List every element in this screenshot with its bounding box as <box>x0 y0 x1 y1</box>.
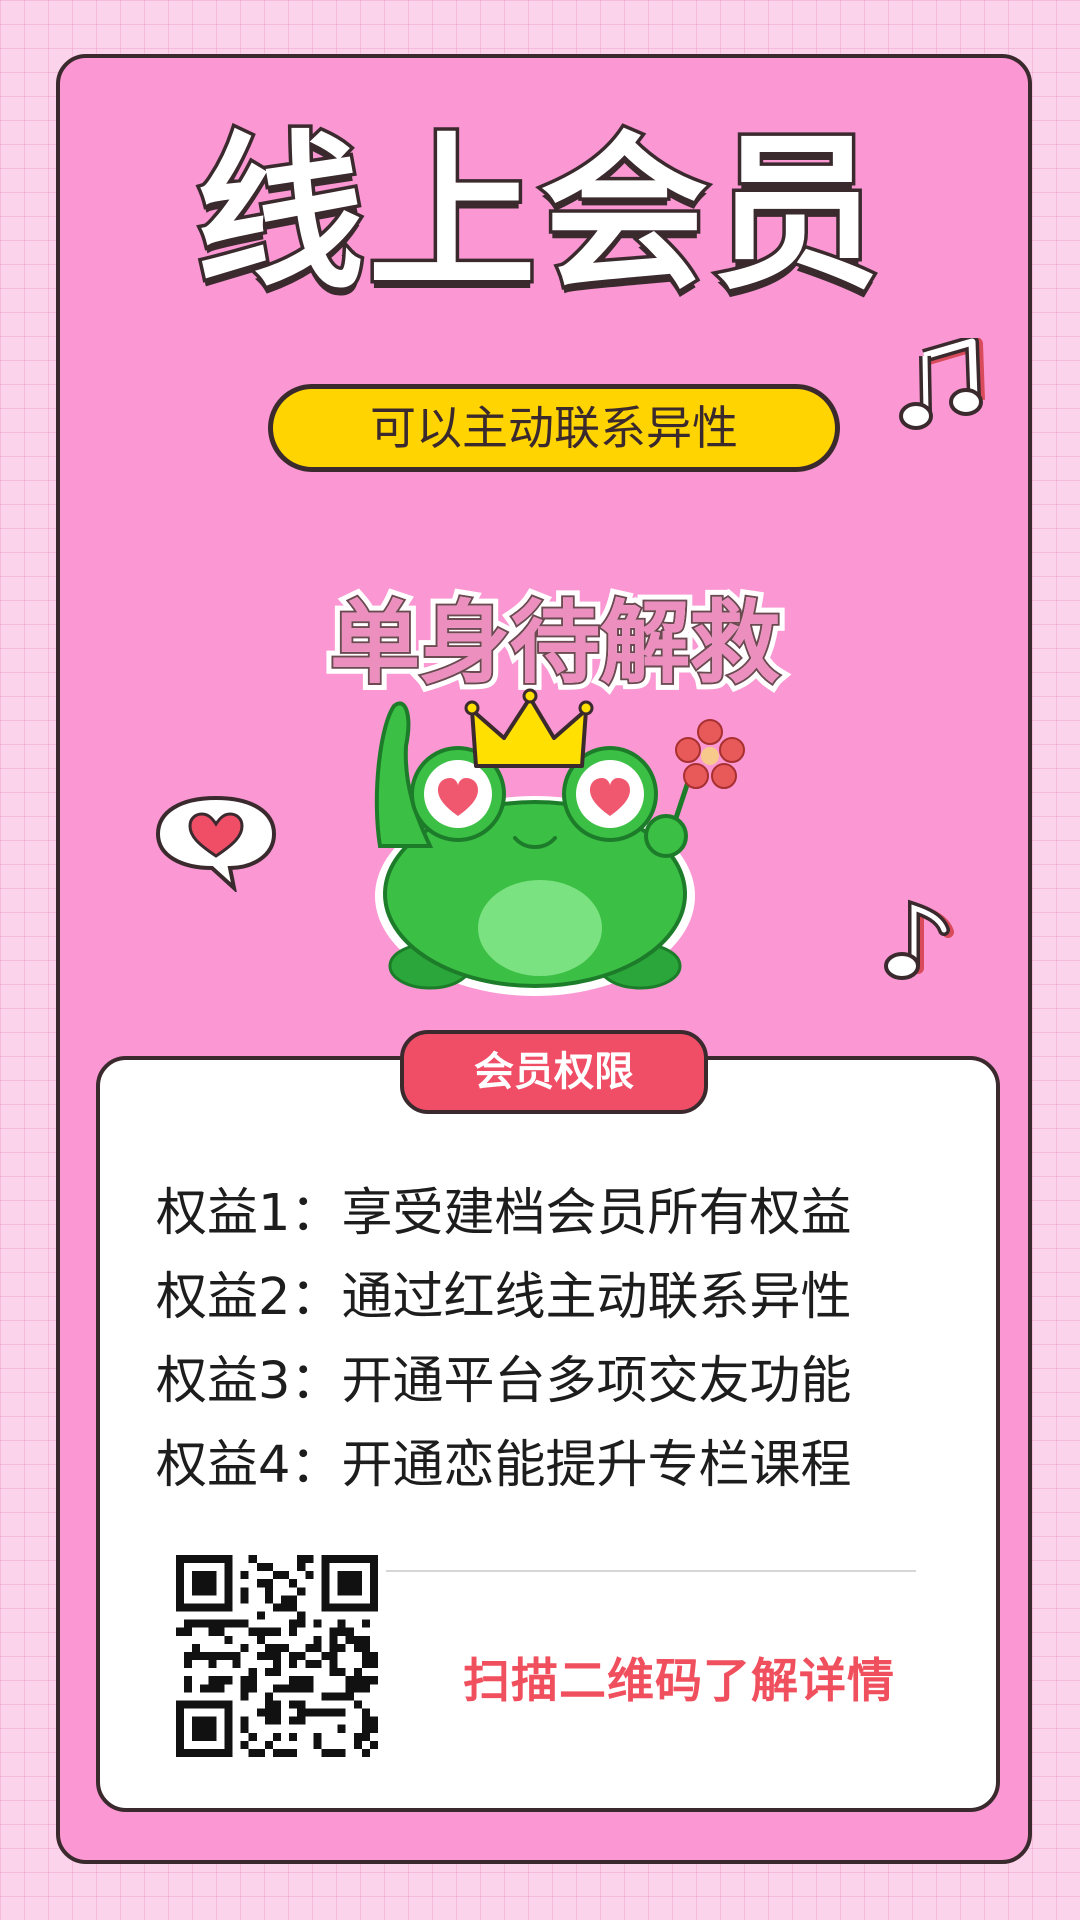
heart-speech-bubble-icon <box>155 795 277 892</box>
frog-prince-illustration <box>374 688 745 996</box>
benefit-item: 权益4：开通恋能提升专栏课程 <box>156 1436 852 1495</box>
benefit-item: 权益1：享受建档会员所有权益 <box>156 1184 852 1243</box>
benefit-item: 权益2：通过红线主动联系异性 <box>156 1268 852 1327</box>
benefits-list: 权益1：享受建档会员所有权益 权益2：通过红线主动联系异性 权益3：开通平台多项… <box>156 1172 936 1508</box>
divider-line <box>386 1570 916 1572</box>
member-rights-tag: 会员权限 <box>400 1030 708 1114</box>
poster-title: 线上会员 <box>193 116 884 312</box>
music-note-icon <box>884 899 954 980</box>
qr-code[interactable] <box>176 1555 378 1757</box>
subtitle-pill: 可以主动联系异性 <box>268 384 840 472</box>
benefit-item: 权益3：开通平台多项交友功能 <box>156 1352 852 1411</box>
music-note-icon <box>899 338 985 430</box>
scan-qr-text: 扫描二维码了解详情 <box>463 1654 895 1709</box>
